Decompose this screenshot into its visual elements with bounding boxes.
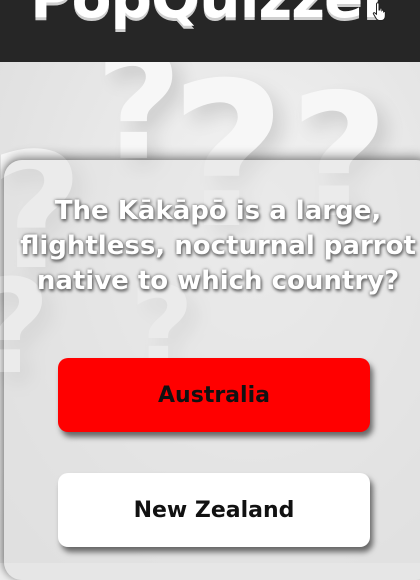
question-text: The Kākāpō is a large, flightless, noctu… — [20, 196, 416, 296]
hand-pointer-icon — [372, 2, 386, 21]
answer-button-new-zealand[interactable]: New Zealand — [58, 473, 370, 547]
top-bar: PopQuizzer — [0, 0, 420, 62]
app-logo[interactable]: PopQuizzer — [0, 0, 420, 26]
answer-button-australia[interactable]: Australia — [58, 358, 370, 432]
